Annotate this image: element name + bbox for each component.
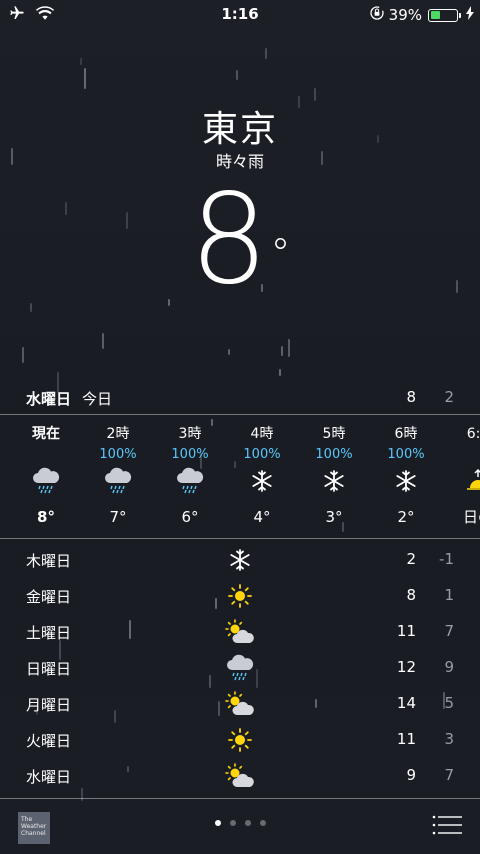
rain-cloud-icon <box>224 654 256 682</box>
rain-cloud-icon <box>154 464 226 498</box>
hourly-time: 4時 <box>250 426 274 442</box>
temp-value: 8 <box>189 168 269 312</box>
degree-symbol: ° <box>270 231 291 277</box>
hourly-item: 4時 100% 4° <box>226 418 298 528</box>
daily-day: 日曜日 <box>26 660 72 678</box>
battery-percent: 39% <box>388 6 422 24</box>
hourly-item: 現在 8° <box>10 418 82 528</box>
daily-forecast: 木曜日 2 -1 金曜日 8 1 土曜日 11 7 日曜日 12 9 月曜日 14 5 火曜日 11 3 水曜日 9 7 <box>0 542 480 794</box>
daily-low: 7 <box>444 622 454 640</box>
battery-icon <box>428 8 461 22</box>
hourly-item: 6時 100% 2° <box>370 418 442 528</box>
hourly-time: 6:2 <box>466 426 480 442</box>
divider <box>0 414 480 415</box>
sun-icon <box>224 582 256 610</box>
page-dot[interactable] <box>259 820 266 826</box>
weather-channel-logo[interactable]: The Weather Channel <box>18 812 50 844</box>
hourly-time: 現在 <box>32 426 60 442</box>
city-name: 東京 <box>201 109 278 150</box>
daily-day: 月曜日 <box>26 696 72 714</box>
hourly-precip: 100% <box>315 447 353 462</box>
page-dot[interactable] <box>244 820 251 826</box>
daily-row: 月曜日 14 5 <box>0 686 480 722</box>
today-summary: 水曜日 今日 8 2 <box>0 385 480 413</box>
hourly-temp: 8° <box>37 508 55 526</box>
daily-high: 8 <box>406 586 416 604</box>
divider <box>0 798 480 799</box>
today-high: 8 <box>406 388 416 406</box>
daily-low: 5 <box>444 694 454 712</box>
hourly-precip <box>442 446 480 464</box>
hourly-temp: 2° <box>397 508 415 526</box>
daily-row: 水曜日 9 7 <box>0 758 480 794</box>
daily-row: 木曜日 2 -1 <box>0 542 480 578</box>
hourly-item: 3時 100% 6° <box>154 418 226 528</box>
sun-icon <box>224 726 256 754</box>
daily-row: 金曜日 8 1 <box>0 578 480 614</box>
hourly-precip <box>10 446 82 464</box>
snowflake-icon <box>224 546 256 574</box>
hourly-precip: 100% <box>171 447 209 462</box>
daily-low: 3 <box>444 730 454 748</box>
rain-cloud-icon <box>10 464 82 498</box>
current-temperature: 8° <box>0 170 480 310</box>
today-low: 2 <box>444 388 454 406</box>
hourly-temp: 7° <box>109 508 127 526</box>
daily-high: 2 <box>406 550 416 568</box>
hourly-item: 5時 100% 3° <box>298 418 370 528</box>
hourly-temp: 3° <box>325 508 343 526</box>
sunrise-icon <box>442 464 480 498</box>
hourly-temp: 6° <box>181 508 199 526</box>
daily-high: 9 <box>406 766 416 784</box>
daily-high: 11 <box>396 730 416 748</box>
partly-cloudy-icon <box>224 618 256 646</box>
daily-low: 9 <box>444 658 454 676</box>
daily-day: 木曜日 <box>26 552 72 570</box>
daily-row: 土曜日 11 7 <box>0 614 480 650</box>
page-indicator[interactable] <box>0 820 480 826</box>
daily-day: 土曜日 <box>26 624 72 642</box>
daily-day: 水曜日 <box>26 768 72 786</box>
hourly-time: 3時 <box>178 426 202 442</box>
snowflake-icon <box>370 464 442 498</box>
hourly-forecast[interactable]: 現在 8° 2時 100% 7° 3時 100% 6° 4時 100% 4° 5時 100% 3° 6時 10… <box>0 418 480 538</box>
hourly-precip: 100% <box>99 447 137 462</box>
hourly-item: 6:2 日の <box>442 418 480 528</box>
list-icon[interactable] <box>432 814 462 838</box>
daily-day: 金曜日 <box>26 588 72 606</box>
hourly-precip: 100% <box>243 447 281 462</box>
daily-row: 火曜日 11 3 <box>0 722 480 758</box>
charging-bolt-icon <box>466 6 474 24</box>
today-day: 水曜日 <box>26 390 72 408</box>
status-bar: 1:16 39% <box>0 0 480 28</box>
page-dot[interactable] <box>214 820 221 826</box>
daily-low: 1 <box>444 586 454 604</box>
rain-cloud-icon <box>82 464 154 498</box>
snowflake-icon <box>226 464 298 498</box>
bottom-bar: The Weather Channel <box>0 800 480 854</box>
page-dot[interactable] <box>229 820 236 826</box>
daily-day: 火曜日 <box>26 732 72 750</box>
daily-high: 14 <box>396 694 416 712</box>
daily-high: 11 <box>396 622 416 640</box>
hourly-time: 5時 <box>322 426 346 442</box>
orientation-lock-icon <box>369 5 385 25</box>
hourly-item: 2時 100% 7° <box>82 418 154 528</box>
divider <box>0 538 480 539</box>
hourly-time: 6時 <box>394 426 418 442</box>
partly-cloudy-icon <box>224 690 256 718</box>
hourly-time: 2時 <box>106 426 130 442</box>
today-label: 今日 <box>82 390 113 408</box>
snowflake-icon <box>298 464 370 498</box>
daily-row: 日曜日 12 9 <box>0 650 480 686</box>
daily-low: 7 <box>444 766 454 784</box>
partly-cloudy-icon <box>224 762 256 790</box>
hourly-precip: 100% <box>387 447 425 462</box>
daily-low: -1 <box>439 550 454 568</box>
hourly-temp: 4° <box>253 508 271 526</box>
daily-high: 12 <box>396 658 416 676</box>
hourly-temp: 日の <box>462 508 480 526</box>
